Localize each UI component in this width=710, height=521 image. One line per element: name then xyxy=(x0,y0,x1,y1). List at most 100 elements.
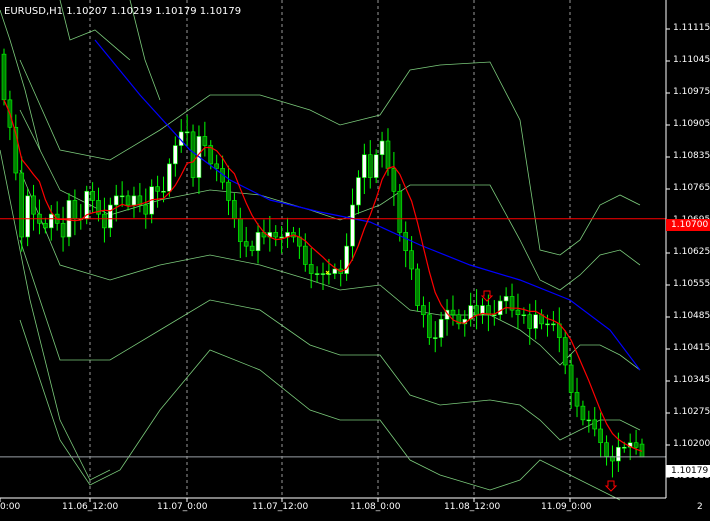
current-price-marker: 1.10179 xyxy=(666,465,710,477)
candle-body xyxy=(432,337,438,339)
price-tick-label: 1.10415 xyxy=(673,343,710,353)
time-tick-label: 11.07_12:00 xyxy=(252,502,309,512)
candle-body xyxy=(167,163,172,192)
candle-body xyxy=(108,204,113,229)
chart-canvas[interactable] xyxy=(0,0,710,521)
candle-body xyxy=(562,337,568,366)
candle-body xyxy=(214,163,219,169)
candle-body xyxy=(592,419,598,430)
candle-body xyxy=(226,181,231,201)
price-tick-label: 1.10905 xyxy=(673,119,710,129)
candle-body xyxy=(202,136,208,146)
candle-body xyxy=(545,323,550,326)
candle-body xyxy=(314,273,320,275)
candle-body xyxy=(551,323,556,326)
price-tick-label: 1.10485 xyxy=(673,311,710,321)
candle-body xyxy=(155,186,160,192)
hline-price-marker: 1.10700 xyxy=(666,219,710,231)
time-tick-label: 0:00 xyxy=(0,502,21,512)
candle-body xyxy=(503,296,509,302)
corner-label: 2 xyxy=(697,502,703,512)
candle-body xyxy=(308,264,314,274)
candle-body xyxy=(379,140,385,156)
candle-body xyxy=(521,314,527,317)
candle-body xyxy=(533,314,538,329)
price-tick-label: 1.10625 xyxy=(673,247,710,257)
price-tick-label: 1.10765 xyxy=(673,183,710,193)
candle-body xyxy=(273,232,279,238)
candle-body xyxy=(113,195,119,206)
time-tick-label: 11.09_0:00 xyxy=(541,502,592,512)
candle-body xyxy=(90,190,95,201)
candle-body xyxy=(586,419,592,422)
candle-body xyxy=(373,154,379,178)
symbol-info: EURUSD,H1 1.10207 1.10219 1.10179 1.1017… xyxy=(4,6,242,17)
candle-body xyxy=(255,232,261,252)
candle-body xyxy=(385,140,391,169)
candle-body xyxy=(421,305,426,316)
candle-body xyxy=(19,172,25,238)
candle-body xyxy=(302,245,308,265)
candle-body xyxy=(616,446,621,462)
price-tick-label: 1.10200 xyxy=(673,439,710,449)
candle-body xyxy=(332,268,338,274)
price-tick-label: 1.10345 xyxy=(673,375,710,385)
price-tick-label: 1.10835 xyxy=(673,151,710,161)
candle-body xyxy=(438,318,444,338)
candle-body xyxy=(604,442,609,457)
price-tick-label: 1.11115 xyxy=(673,23,710,33)
price-tick-label: 1.10555 xyxy=(673,279,710,289)
candle-body xyxy=(409,250,414,270)
candle-body xyxy=(1,53,7,101)
time-tick-label: 11.07_0:00 xyxy=(157,502,208,512)
candle-body xyxy=(60,222,66,238)
candle-body xyxy=(598,428,603,444)
candle-body xyxy=(131,195,137,206)
candle-body xyxy=(243,241,249,247)
candle-body xyxy=(580,405,586,421)
candle-body xyxy=(279,236,284,239)
candle-body xyxy=(43,222,48,229)
candle-body xyxy=(232,200,237,220)
time-tick-label: 11.08_0:00 xyxy=(350,502,401,512)
candle-body xyxy=(143,204,149,215)
candle-body xyxy=(450,309,456,316)
candle-body xyxy=(25,195,30,238)
candle-body xyxy=(367,154,373,178)
candle-body xyxy=(125,195,131,206)
candle-body xyxy=(362,154,367,178)
price-tick-label: 1.10975 xyxy=(673,87,710,97)
candle-body xyxy=(237,218,243,242)
candle-body xyxy=(415,268,420,306)
candle-body xyxy=(350,204,355,247)
candle-body xyxy=(391,168,397,192)
candle-body xyxy=(427,314,432,338)
candle-body xyxy=(403,232,409,252)
candle-body xyxy=(515,309,521,316)
candle-body xyxy=(621,446,627,449)
candle-body xyxy=(249,245,255,252)
candle-body xyxy=(397,190,403,233)
candle-body xyxy=(173,145,178,165)
chart-background xyxy=(0,0,710,521)
candle-body xyxy=(497,300,503,316)
candle-body xyxy=(161,190,166,193)
candle-body xyxy=(48,213,54,229)
candle-body xyxy=(190,131,196,178)
time-tick-label: 11.06_12:00 xyxy=(62,502,119,512)
price-tick-label: 1.10275 xyxy=(673,407,710,417)
candle-body xyxy=(102,213,107,229)
candle-body xyxy=(356,177,361,206)
candle-body xyxy=(184,131,190,134)
candle-body xyxy=(492,314,497,317)
candle-body xyxy=(474,305,479,316)
time-tick-label: 11.08_12:00 xyxy=(444,502,501,512)
candle-body xyxy=(31,195,36,215)
candle-body xyxy=(527,314,533,329)
candle-body xyxy=(320,273,326,275)
candle-body xyxy=(574,392,580,407)
candle-body xyxy=(633,442,639,448)
candle-body xyxy=(568,364,574,393)
price-tick-label: 1.11045 xyxy=(673,55,710,65)
candle-body xyxy=(119,195,125,198)
